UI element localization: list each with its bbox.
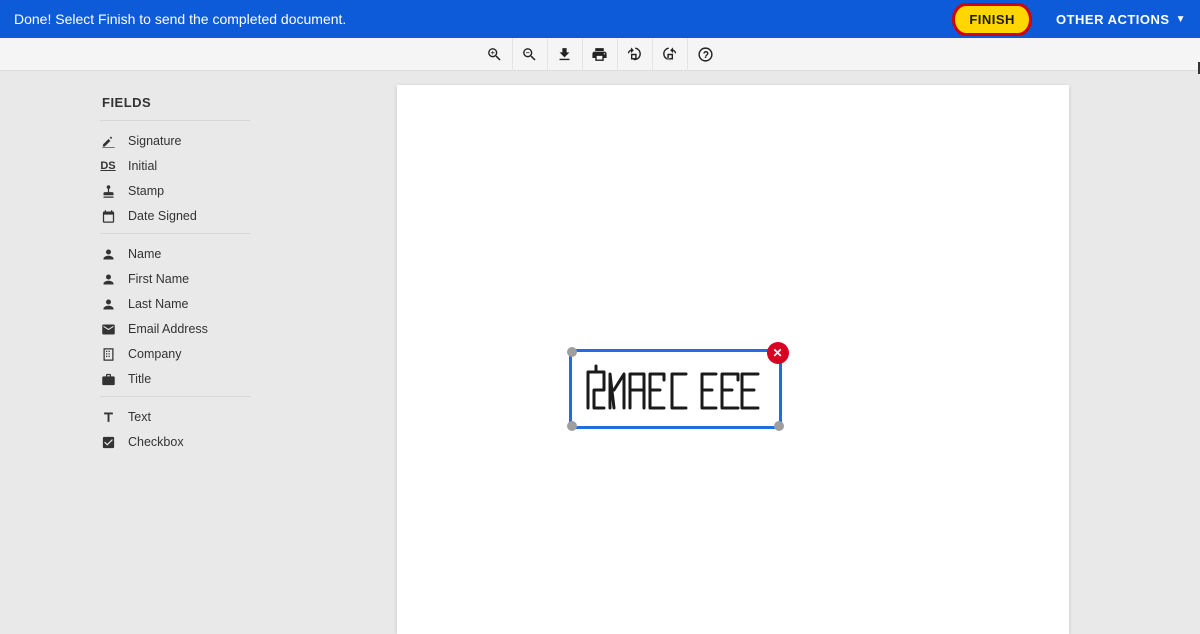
finish-button[interactable]: FINISH [952,3,1032,36]
topbar-message: Done! Select Finish to send the complete… [14,11,952,27]
resize-handle-bl[interactable] [567,421,577,431]
company-icon [100,346,116,362]
document-page[interactable]: ✕ [397,85,1069,634]
field-label: Signature [128,134,182,148]
field-email[interactable]: Email Address [100,321,253,337]
field-initial[interactable]: DS Initial [100,158,253,174]
rotate-right-icon [661,46,678,63]
field-label: Name [128,247,161,261]
field-name[interactable]: Name [100,246,253,262]
text-icon [100,409,116,425]
sidebar-title: FIELDS [102,95,253,110]
date-signed-icon [100,208,116,224]
field-label: Checkbox [128,435,184,449]
help-icon [697,46,714,63]
email-icon [100,321,116,337]
field-first-name[interactable]: First Name [100,271,253,287]
field-label: First Name [128,272,189,286]
print-icon [591,46,608,63]
field-label: Email Address [128,322,208,336]
toolbar [0,38,1200,71]
field-label: Title [128,372,151,386]
field-label: Text [128,410,151,424]
chevron-down-icon: ▼ [1176,14,1186,25]
field-title[interactable]: Title [100,371,253,387]
last-name-icon [100,296,116,312]
rotate-right-button[interactable] [653,38,688,71]
download-icon [556,46,573,63]
field-company[interactable]: Company [100,346,253,362]
field-last-name[interactable]: Last Name [100,296,253,312]
fields-sidebar: FIELDS Signature DS Initial Stamp Date S… [0,71,265,634]
title-icon [100,371,116,387]
rotate-left-icon [626,46,643,63]
other-actions-dropdown[interactable]: OTHER ACTIONS ▼ [1056,12,1186,27]
initial-icon: DS [100,158,116,174]
delete-signature-button[interactable]: ✕ [767,342,789,364]
field-signature[interactable]: Signature [100,133,253,149]
zoom-in-button[interactable] [478,38,513,71]
rotate-left-button[interactable] [618,38,653,71]
workspace: FIELDS Signature DS Initial Stamp Date S… [0,71,1200,634]
download-button[interactable] [548,38,583,71]
topbar: Done! Select Finish to send the complete… [0,0,1200,38]
name-icon [100,246,116,262]
field-stamp[interactable]: Stamp [100,183,253,199]
resize-handle-tl[interactable] [567,347,577,357]
signature-icon [100,133,116,149]
print-button[interactable] [583,38,618,71]
resize-handle-br[interactable] [774,421,784,431]
field-label: Last Name [128,297,188,311]
field-label: Stamp [128,184,164,198]
field-label: Initial [128,159,157,173]
field-label: Company [128,347,182,361]
document-area: ✕ [265,71,1200,634]
divider [100,396,250,397]
signature-drawing [582,360,772,420]
field-label: Date Signed [128,209,197,223]
stamp-icon [100,183,116,199]
divider [100,120,250,121]
signature-field[interactable]: ✕ [569,349,782,429]
field-date-signed[interactable]: Date Signed [100,208,253,224]
help-button[interactable] [688,38,723,71]
zoom-out-icon [521,46,538,63]
checkbox-icon [100,434,116,450]
close-icon: ✕ [772,346,782,360]
other-actions-label: OTHER ACTIONS [1056,12,1170,27]
field-text[interactable]: Text [100,409,253,425]
zoom-out-button[interactable] [513,38,548,71]
zoom-in-icon [486,46,503,63]
field-checkbox[interactable]: Checkbox [100,434,253,450]
first-name-icon [100,271,116,287]
divider [100,233,250,234]
